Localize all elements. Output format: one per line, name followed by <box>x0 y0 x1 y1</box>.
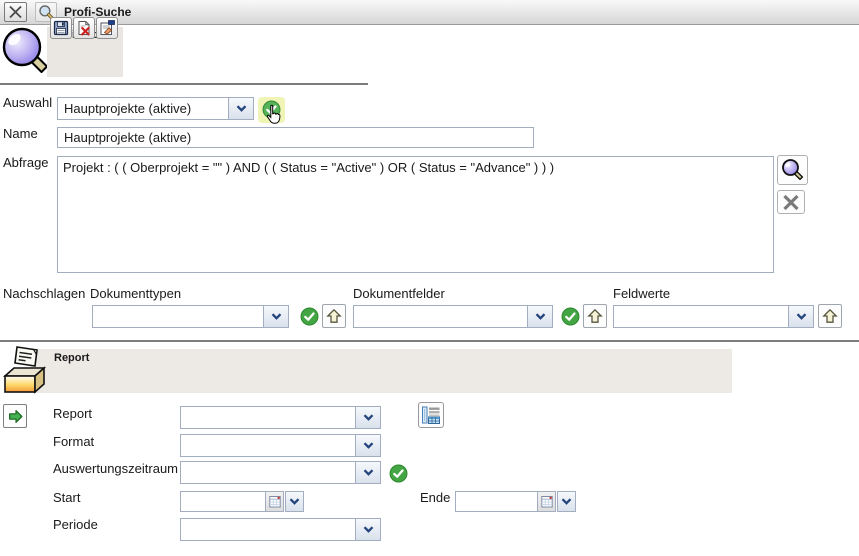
auswertungszeitraum-dropdown-value <box>181 462 355 483</box>
start-date-dropdown-arrow[interactable] <box>285 491 304 512</box>
auswahl-label: Auswahl <box>3 95 52 110</box>
nachschlagen-label: Nachschlagen <box>3 286 85 301</box>
delete-search-icon <box>76 20 92 36</box>
ende-date-input[interactable] <box>455 491 556 512</box>
dokumentfelder-label: Dokumentfelder <box>353 286 445 301</box>
properties-button[interactable] <box>96 17 118 39</box>
ende-date-value <box>456 492 537 511</box>
close-button[interactable] <box>4 2 27 22</box>
clear-search-button[interactable] <box>777 190 805 214</box>
delete-search-button[interactable] <box>73 17 95 39</box>
dokumentfelder-dropdown[interactable] <box>353 305 553 328</box>
close-icon <box>8 5 23 19</box>
report-view-button[interactable] <box>418 402 444 428</box>
dokumentfelder-confirm-icon[interactable] <box>561 307 580 326</box>
chevron-down-icon <box>236 105 247 112</box>
periode-label: Periode <box>53 517 98 532</box>
auswertungszeitraum-dropdown-arrow[interactable] <box>355 462 380 483</box>
dokumenttypen-dropdown-arrow[interactable] <box>263 306 288 327</box>
report-dropdown[interactable] <box>180 406 381 429</box>
run-search-button[interactable] <box>777 155 808 185</box>
name-label: Name <box>3 126 38 141</box>
periode-dropdown-value <box>181 519 355 540</box>
dokumenttypen-dropdown[interactable] <box>92 305 289 328</box>
auswahl-dropdown[interactable]: Hauptprojekte (aktive) <box>57 97 254 120</box>
feldwerte-dropdown-value <box>614 306 788 327</box>
chevron-down-icon <box>363 469 374 476</box>
up-arrow-icon <box>587 308 603 324</box>
periode-dropdown[interactable] <box>180 518 381 541</box>
report-section-divider <box>0 340 859 342</box>
auswahl-dropdown-arrow[interactable] <box>228 98 253 119</box>
search-icon <box>781 158 805 182</box>
profi-suche-icon <box>1 26 48 79</box>
save-button[interactable] <box>50 17 72 39</box>
save-icon <box>53 20 69 36</box>
abfrage-textarea[interactable]: Projekt : ( ( Oberprojekt = "" ) AND ( (… <box>57 156 774 273</box>
run-report-button[interactable] <box>3 404 27 428</box>
chevron-down-icon <box>363 414 374 421</box>
chevron-down-icon <box>561 498 572 505</box>
auswahl-dropdown-value: Hauptprojekte (aktive) <box>58 98 228 119</box>
feldwerte-label: Feldwerte <box>613 286 670 301</box>
chevron-down-icon <box>796 313 807 320</box>
green-right-arrow-icon <box>7 408 24 425</box>
start-calendar-button[interactable] <box>265 492 283 511</box>
toolbar-divider <box>0 83 368 85</box>
dokumentfelder-up-button[interactable] <box>583 304 607 328</box>
dokumenttypen-dropdown-value <box>93 306 263 327</box>
ende-label: Ende <box>420 490 450 505</box>
feldwerte-up-button[interactable] <box>818 304 842 328</box>
format-label: Format <box>53 434 94 449</box>
dokumenttypen-label: Dokumenttypen <box>90 286 181 301</box>
dokumenttypen-confirm-icon[interactable] <box>300 307 319 326</box>
ende-date-dropdown-arrow[interactable] <box>557 491 576 512</box>
table-report-icon <box>421 405 441 425</box>
format-dropdown-arrow[interactable] <box>355 435 380 456</box>
close-icon <box>782 194 800 211</box>
periode-dropdown-arrow[interactable] <box>355 519 380 540</box>
report-label: Report <box>53 406 92 421</box>
chevron-down-icon <box>271 313 282 320</box>
start-date-value <box>181 492 265 511</box>
report-dropdown-arrow[interactable] <box>355 407 380 428</box>
properties-icon <box>99 20 115 36</box>
chevron-down-icon <box>363 442 374 449</box>
report-section-bar <box>30 349 732 393</box>
calendar-icon <box>269 495 281 508</box>
auswertungszeitraum-confirm-icon[interactable] <box>389 464 408 483</box>
auswahl-confirm-button[interactable] <box>262 100 281 119</box>
ende-calendar-button[interactable] <box>537 492 555 511</box>
name-input[interactable] <box>57 127 534 148</box>
profi-suche-window: Profi-Suche Profi-Suche <box>0 0 859 556</box>
abfrage-label: Abfrage <box>3 155 49 170</box>
feldwerte-dropdown-arrow[interactable] <box>788 306 813 327</box>
up-arrow-icon <box>326 308 342 324</box>
chevron-down-icon <box>363 526 374 533</box>
auswertungszeitraum-label: Auswertungszeitraum <box>53 461 178 476</box>
printer-icon <box>2 345 52 394</box>
format-dropdown-value <box>181 435 355 456</box>
format-dropdown[interactable] <box>180 434 381 457</box>
auswertungszeitraum-dropdown[interactable] <box>180 461 381 484</box>
start-date-input[interactable] <box>180 491 284 512</box>
report-dropdown-value <box>181 407 355 428</box>
feldwerte-dropdown[interactable] <box>613 305 814 328</box>
start-label: Start <box>53 490 80 505</box>
chevron-down-icon <box>535 313 546 320</box>
dokumentfelder-dropdown-value <box>354 306 527 327</box>
calendar-icon <box>541 495 553 508</box>
up-arrow-icon <box>822 308 838 324</box>
dokumentfelder-dropdown-arrow[interactable] <box>527 306 552 327</box>
titlebar: Profi-Suche <box>0 0 859 25</box>
chevron-down-icon <box>289 498 300 505</box>
dokumenttypen-up-button[interactable] <box>322 304 346 328</box>
report-section-title: Report <box>54 352 89 364</box>
